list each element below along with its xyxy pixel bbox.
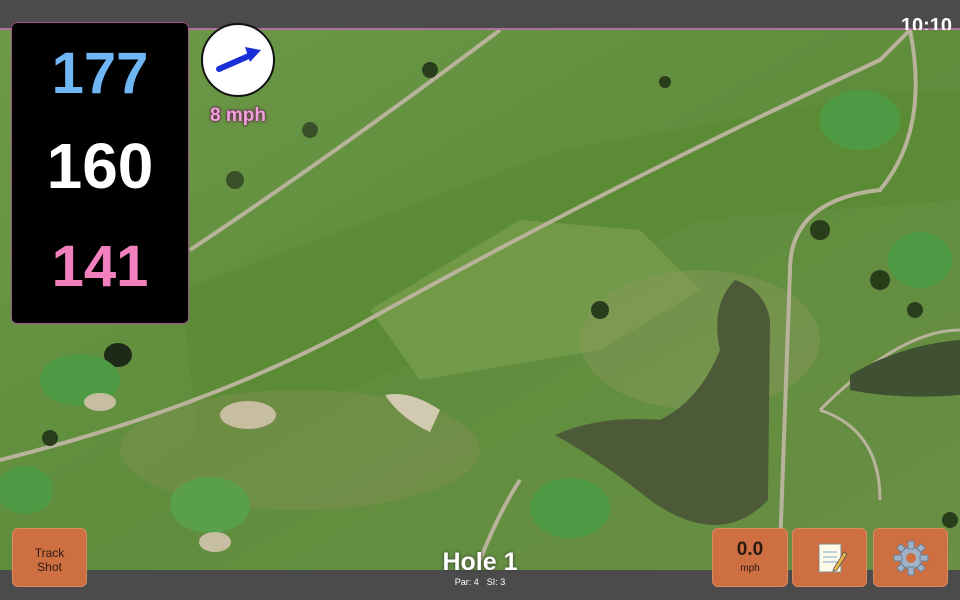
wind-direction-dial [201, 23, 275, 97]
track-shot-label-line1: Track [34, 546, 65, 560]
hole-meta: Par: 4 SI: 3 [380, 576, 580, 588]
track-shot-button[interactable]: Track Shot [12, 528, 87, 587]
speed-button[interactable]: 0.0 mph [712, 528, 788, 587]
notes-button[interactable] [792, 528, 867, 587]
hole-info: Hole 1 Par: 4 SI: 3 [380, 548, 580, 588]
gear-icon [893, 540, 928, 576]
wind-arrow-icon [216, 47, 261, 72]
notepad-icon [818, 543, 848, 573]
wind-speed: 8 mph [210, 105, 266, 126]
hole-stroke-index: SI: 3 [486, 577, 506, 587]
speed-unit: mph [740, 563, 760, 574]
settings-button[interactable] [873, 528, 948, 587]
speed-value: 0.0 [736, 539, 764, 560]
hole-title: Hole 1 [442, 548, 518, 576]
front-distance: 141 [51, 234, 149, 299]
distance-panel: 177 160 141 [11, 22, 189, 324]
hole-par: Par: 4 [454, 577, 479, 587]
track-shot-label-line2: Shot [37, 560, 62, 574]
middle-distance: 160 [46, 130, 154, 202]
back-distance: 177 [51, 41, 149, 106]
